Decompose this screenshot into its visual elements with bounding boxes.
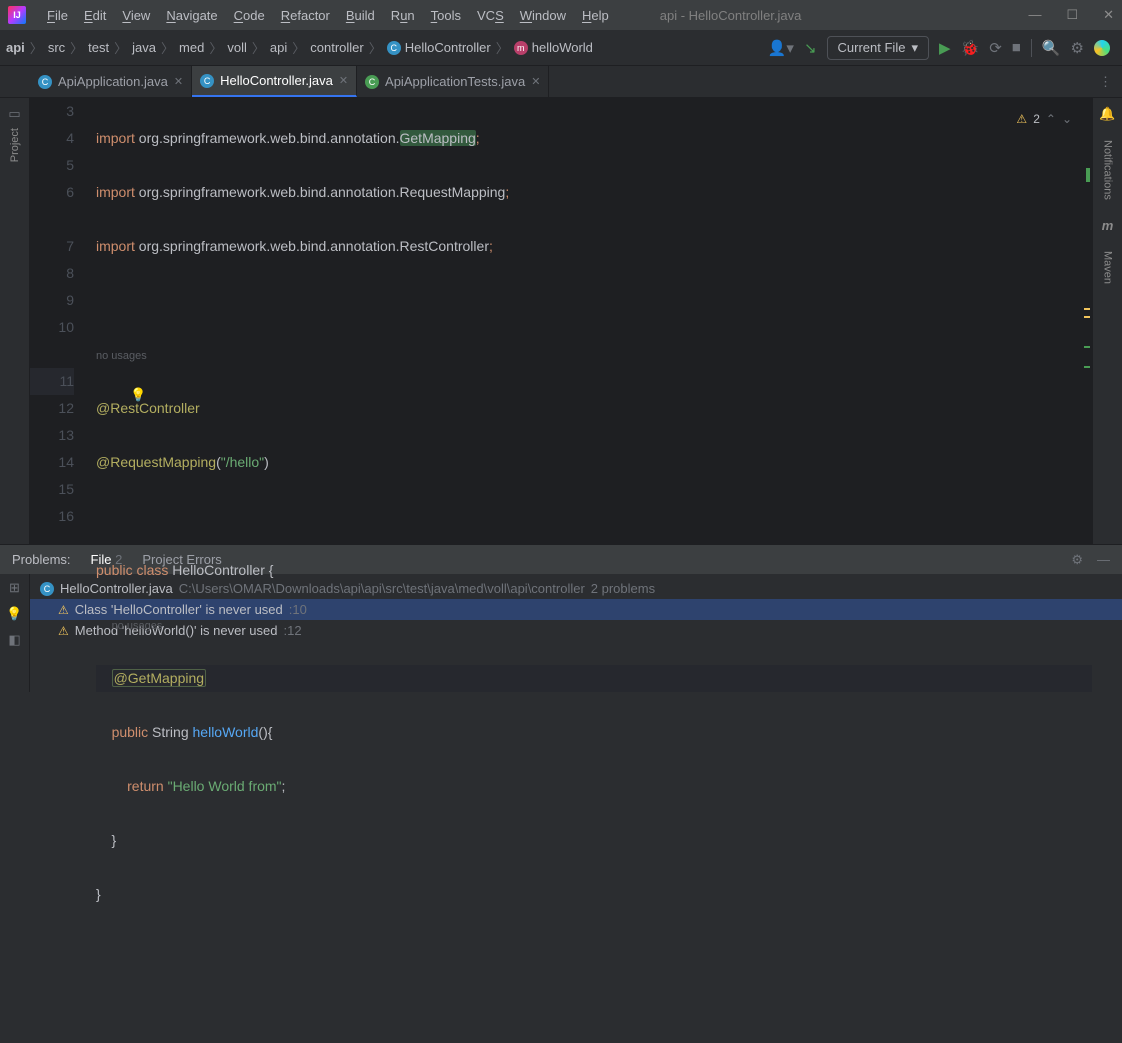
menu-run[interactable]: Run <box>384 5 422 26</box>
chevron-down-icon[interactable]: ⌄ <box>1062 106 1072 133</box>
warning-count: 2 <box>1033 106 1040 133</box>
inspection-widget[interactable]: ⚠ 2 ⌃ ⌄ <box>1016 106 1072 133</box>
problems-sidebar: ⊞ 💡 ◧ <box>0 574 30 692</box>
menu-build[interactable]: Build <box>339 5 382 26</box>
error-stripe[interactable] <box>1084 98 1092 544</box>
class-icon: C <box>38 75 52 89</box>
menu-file[interactable]: File <box>40 5 75 26</box>
minimize-icon[interactable]: — <box>1028 7 1041 23</box>
run-icon[interactable]: ▶ <box>939 39 951 57</box>
tab-hellocontroller[interactable]: C HelloController.java ✕ <box>192 66 357 97</box>
hide-icon[interactable]: — <box>1097 552 1110 568</box>
bc-med[interactable]: med <box>177 40 206 55</box>
warning-icon: ⚠ <box>1016 106 1027 133</box>
menu-refactor[interactable]: Refactor <box>274 5 337 26</box>
bc-java[interactable]: java <box>130 40 158 55</box>
debug-icon[interactable]: 🐞 <box>961 39 980 57</box>
left-tool-stripe: ▭ Project <box>0 98 30 544</box>
bc-src[interactable]: src <box>46 40 67 55</box>
project-tool-button[interactable]: Project <box>9 128 21 162</box>
tab-label: ApiApplication.java <box>58 74 168 89</box>
tabs-more-icon[interactable]: ⋮ <box>1089 66 1122 97</box>
bc-voll[interactable]: voll <box>225 40 249 55</box>
run-config-label: Current File <box>838 40 906 55</box>
editor-tabs: C ApiApplication.java ✕ C HelloControlle… <box>0 66 1122 98</box>
code-with-me-icon[interactable] <box>1094 40 1110 56</box>
editor-area: ▭ Project 3 4 5 6 7 8 9 10 11 12 13 14 1… <box>0 98 1122 544</box>
class-icon: C <box>200 74 214 88</box>
menu-navigate[interactable]: Navigate <box>159 5 224 26</box>
line-numbers: 3 4 5 6 7 8 9 10 11 12 13 14 15 16 <box>30 98 88 544</box>
expand-icon[interactable]: ⊞ <box>9 580 20 596</box>
search-icon[interactable]: 🔍 <box>1042 39 1061 57</box>
code-editor[interactable]: 3 4 5 6 7 8 9 10 11 12 13 14 15 16 impor… <box>30 98 1092 544</box>
bulb-icon[interactable]: 💡 <box>6 606 22 622</box>
tab-close-icon[interactable]: ✕ <box>531 75 540 88</box>
layout-icon[interactable]: ◧ <box>8 632 20 648</box>
bc-api2[interactable]: api <box>268 40 289 55</box>
bc-api[interactable]: api <box>4 40 27 55</box>
bc-test[interactable]: test <box>86 40 111 55</box>
coverage-icon[interactable]: ⟳ <box>989 39 1002 57</box>
warning-icon: ⚠ <box>58 603 69 617</box>
close-icon[interactable]: ✕ <box>1103 7 1114 23</box>
code-content[interactable]: import org.springframework.web.bind.anno… <box>88 98 1092 544</box>
folder-icon[interactable]: ▭ <box>8 106 20 122</box>
hammer-build-icon[interactable]: ↘ <box>804 39 817 57</box>
menu-tools[interactable]: Tools <box>424 5 468 26</box>
tab-apiapplication[interactable]: C ApiApplication.java ✕ <box>30 66 192 97</box>
menu-view[interactable]: View <box>115 5 157 26</box>
bc-controller[interactable]: controller <box>308 40 365 55</box>
stop-icon[interactable]: ■ <box>1012 39 1021 56</box>
right-tool-stripe: 🔔 Notifications m Maven <box>1092 98 1122 544</box>
user-icon[interactable]: 👤▾ <box>768 39 794 57</box>
bc-method[interactable]: mhelloWorld <box>512 40 595 55</box>
main-menu: File Edit View Navigate Code Refactor Bu… <box>40 5 616 26</box>
tab-label: HelloController.java <box>220 73 333 88</box>
intellij-logo-icon: IJ <box>8 6 26 24</box>
notifications-tool-button[interactable]: Notifications <box>1102 140 1114 200</box>
problems-label: Problems: <box>12 552 71 567</box>
navigation-bar: api〉 src〉 test〉 java〉 med〉 voll〉 api〉 co… <box>0 30 1122 66</box>
bell-icon[interactable]: 🔔 <box>1099 106 1115 122</box>
toolbar-right: 👤▾ ↘ Current File ▾ ▶ 🐞 ⟳ ■ 🔍 ⚙ <box>768 36 1118 60</box>
bc-class[interactable]: CHelloController <box>385 40 493 55</box>
chevron-up-icon[interactable]: ⌃ <box>1046 106 1056 133</box>
run-config-dropdown[interactable]: Current File ▾ <box>827 36 929 60</box>
menu-help[interactable]: Help <box>575 5 616 26</box>
tab-apiapplicationtests[interactable]: C ApiApplicationTests.java ✕ <box>357 66 549 97</box>
menu-edit[interactable]: Edit <box>77 5 113 26</box>
settings-icon[interactable]: ⚙ <box>1071 39 1084 57</box>
window-title: api - HelloController.java <box>660 8 802 23</box>
maven-tool-button[interactable]: Maven <box>1102 251 1114 284</box>
menu-window[interactable]: Window <box>513 5 573 26</box>
breadcrumbs[interactable]: api〉 src〉 test〉 java〉 med〉 voll〉 api〉 co… <box>0 38 595 57</box>
tab-label: ApiApplicationTests.java <box>385 74 525 89</box>
class-icon: C <box>40 582 54 596</box>
test-class-icon: C <box>365 75 379 89</box>
menu-vcs[interactable]: VCS <box>470 5 511 26</box>
menu-code[interactable]: Code <box>227 5 272 26</box>
maximize-icon[interactable]: ☐ <box>1066 7 1078 23</box>
maven-icon[interactable]: m <box>1102 218 1114 233</box>
tab-close-icon[interactable]: ✕ <box>174 75 183 88</box>
chevron-down-icon: ▾ <box>911 40 918 56</box>
title-bar: IJ File Edit View Navigate Code Refactor… <box>0 0 1122 30</box>
tab-close-icon[interactable]: ✕ <box>339 74 348 87</box>
warning-icon: ⚠ <box>58 624 69 638</box>
intention-bulb-icon[interactable]: 💡 <box>130 381 146 408</box>
window-controls: — ☐ ✕ <box>1028 7 1114 23</box>
